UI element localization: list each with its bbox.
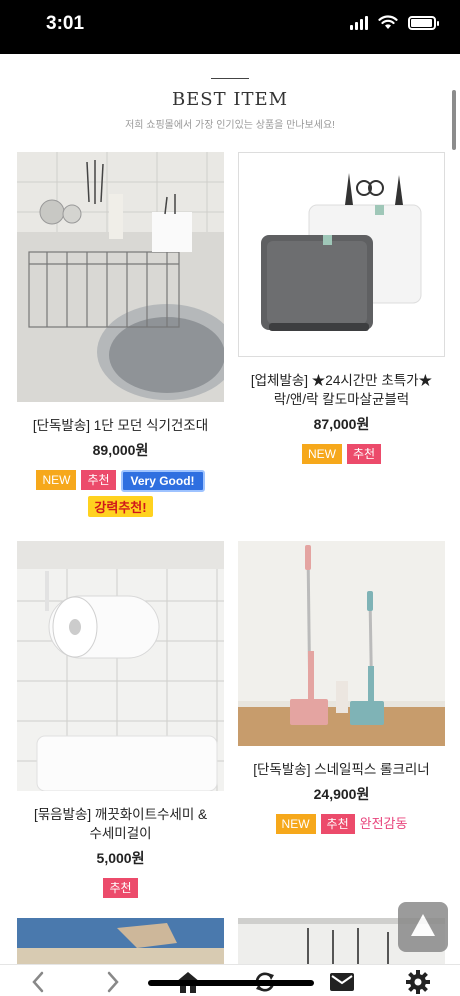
page: 3:01 BEST ITEM 저희 쇼핑몰에서 가장 인기있는 상품을 만나보세… bbox=[0, 0, 460, 996]
touching-badge: 완전감동 bbox=[359, 816, 408, 831]
product-name[interactable]: [업체발송] ★24시간만 초특가★ 락/앤/락 칼도마살균블럭 bbox=[238, 371, 445, 409]
recommend-badge: 추천 bbox=[346, 444, 382, 464]
new-badge: NEW bbox=[301, 444, 342, 464]
status-bar: 3:01 bbox=[0, 0, 460, 54]
product-name-line1: [업체발송] ★24시간만 초특가★ bbox=[250, 373, 433, 388]
product-image[interactable] bbox=[238, 152, 445, 357]
product-name-line2: 수세미걸이 bbox=[89, 826, 152, 841]
product-card[interactable]: [단독발송] 1단 모던 식기건조대 89,000원 NEW 추천 Very G… bbox=[17, 152, 224, 517]
best-item-header: BEST ITEM 저희 쇼핑몰에서 가장 인기있는 상품을 만나보세요! bbox=[0, 78, 460, 131]
new-badge: NEW bbox=[36, 470, 77, 490]
recommend-badge: 추천 bbox=[103, 878, 138, 898]
product-name[interactable]: [단독발송] 스네일픽스 롤크리너 bbox=[238, 760, 445, 779]
product-price: 24,900원 bbox=[313, 786, 370, 802]
product-image[interactable] bbox=[238, 541, 445, 746]
new-badge: NEW bbox=[275, 814, 316, 834]
status-icons bbox=[350, 15, 439, 30]
product-price: 89,000원 bbox=[92, 442, 149, 458]
product-badges: 추천 bbox=[17, 878, 224, 898]
home-indicator[interactable] bbox=[148, 980, 314, 986]
header-divider bbox=[211, 78, 249, 79]
product-name-line1: [묶음발송] 깨끗화이트수세미 & bbox=[33, 807, 208, 822]
section-title: BEST ITEM bbox=[171, 89, 289, 110]
product-image[interactable] bbox=[17, 152, 224, 402]
recommend-badge: 추천 bbox=[320, 814, 355, 834]
strong-recommend-badge: 강력추천! bbox=[88, 496, 153, 517]
section-subtitle: 저희 쇼핑몰에서 가장 인기있는 상품을 만나보세요! bbox=[125, 120, 335, 131]
product-badges: NEW 추천 bbox=[238, 444, 445, 464]
product-card[interactable]: [묶음발송] 깨끗화이트수세미 & 수세미걸이 5,000원 추천 bbox=[17, 541, 224, 898]
product-name[interactable]: [단독발송] 1단 모던 식기건조대 bbox=[17, 416, 224, 435]
mail-icon bbox=[330, 973, 354, 991]
gear-icon bbox=[406, 970, 430, 994]
scroll-top-button[interactable] bbox=[398, 902, 448, 952]
very-good-badge: Very Good! bbox=[120, 470, 205, 492]
product-image[interactable] bbox=[17, 541, 224, 791]
product-badges: NEW 추천 Very Good! bbox=[17, 470, 224, 492]
back-button[interactable] bbox=[18, 969, 58, 995]
product-badges: NEW 추천 완전감동 bbox=[238, 814, 445, 834]
product-card[interactable]: [단독발송] 스네일픽스 롤크리너 24,900원 NEW 추천 완전감동 bbox=[238, 541, 445, 834]
status-time: 3:01 bbox=[46, 13, 85, 34]
product-image-partial[interactable] bbox=[17, 918, 224, 964]
cellular-signal-icon bbox=[350, 15, 368, 30]
product-name-line2: 락/앤/락 칼도마살균블럭 bbox=[273, 392, 410, 407]
chevron-right-icon bbox=[107, 971, 119, 993]
product-price: 87,000원 bbox=[313, 416, 370, 432]
chevron-left-icon bbox=[32, 971, 44, 993]
product-name[interactable]: [묶음발송] 깨끗화이트수세미 & 수세미걸이 bbox=[17, 805, 224, 843]
product-price: 5,000원 bbox=[96, 850, 145, 866]
battery-icon bbox=[408, 15, 439, 30]
recommend-badge: 추천 bbox=[81, 470, 116, 490]
mail-button[interactable] bbox=[322, 969, 362, 995]
settings-button[interactable] bbox=[398, 969, 438, 995]
product-card[interactable]: [업체발송] ★24시간만 초특가★ 락/앤/락 칼도마살균블럭 87,000원… bbox=[238, 152, 445, 464]
forward-button[interactable] bbox=[93, 969, 133, 995]
wifi-icon bbox=[378, 15, 398, 29]
